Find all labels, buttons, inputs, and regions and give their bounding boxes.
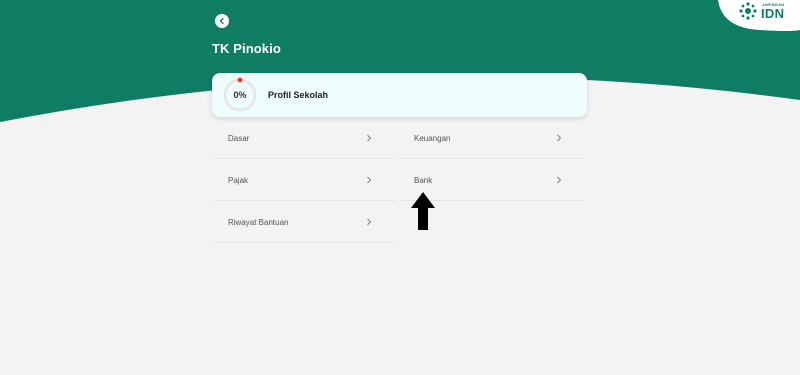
- back-button[interactable]: [215, 14, 229, 28]
- chevron-right-icon: [364, 217, 374, 227]
- chevron-right-icon: [364, 133, 374, 143]
- menu-item-label: Bank: [414, 175, 433, 185]
- profile-card[interactable]: 0% Profil Sekolah: [212, 73, 587, 117]
- menu-item-label: Pajak: [228, 175, 249, 185]
- chevron-left-icon: [219, 17, 224, 25]
- menu-item-label: Riwayat Bantuan: [228, 217, 289, 227]
- menu-item-dasar[interactable]: Dasar: [213, 118, 396, 159]
- menu-item-keuangan[interactable]: Keuangan: [400, 118, 586, 159]
- menu-item-pajak[interactable]: Pajak: [213, 160, 396, 201]
- progress-percent: 0%: [233, 90, 247, 100]
- arrow-up-icon: [411, 192, 435, 230]
- menu-item-label: Dasar: [228, 133, 250, 143]
- profile-label: Profil Sekolah: [268, 90, 329, 100]
- chevron-right-icon: [554, 133, 564, 143]
- progress-ring: 0%: [222, 77, 258, 113]
- page-title: TK Pinokio: [212, 41, 281, 56]
- menu-item-label: Keuangan: [414, 133, 451, 143]
- chevron-right-icon: [554, 175, 564, 185]
- chevron-right-icon: [364, 175, 374, 185]
- logo-flower-icon: [739, 2, 757, 20]
- brand-logo: JARINGAN IDN: [739, 1, 784, 21]
- menu-item-riwayat-bantuan[interactable]: Riwayat Bantuan: [213, 202, 396, 243]
- logo-big-text: IDN: [761, 5, 785, 21]
- page: TK Pinokio JARINGAN IDN 0% Profil Sekola…: [0, 0, 800, 375]
